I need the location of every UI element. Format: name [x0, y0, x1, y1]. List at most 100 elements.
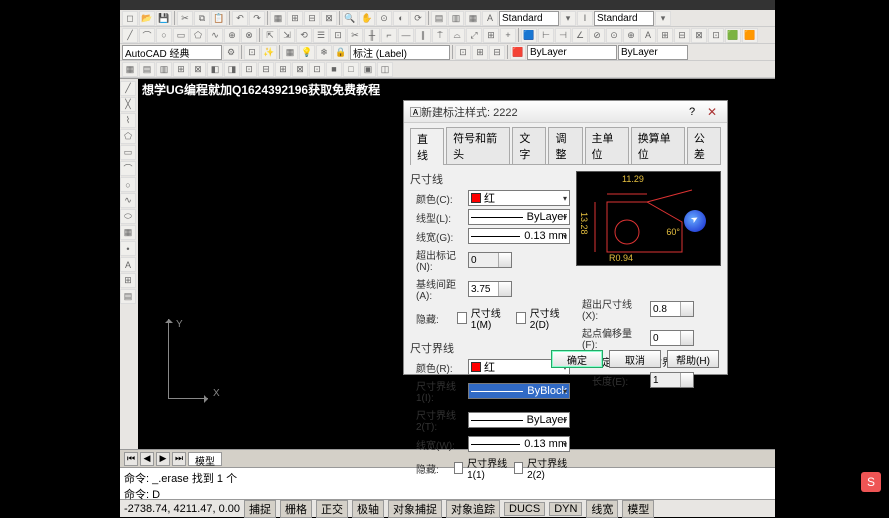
tb-btn[interactable]: ⊕ — [623, 28, 639, 43]
help-button[interactable]: 帮助(H) — [667, 350, 719, 368]
tb-btn[interactable]: 🟩 — [725, 28, 741, 43]
draw-pline-icon[interactable]: ⌇ — [120, 113, 136, 128]
tb-btn[interactable]: ☰ — [313, 28, 329, 43]
tab-alt[interactable]: 换算单位 — [631, 127, 685, 164]
tb-btn[interactable]: ⊟ — [304, 11, 320, 26]
help-icon[interactable]: ? — [683, 104, 701, 120]
tb-rect-icon[interactable]: ▭ — [173, 28, 189, 43]
ime-indicator-icon[interactable]: S — [861, 472, 881, 492]
draw-region-icon[interactable]: ⊞ — [120, 273, 136, 288]
dimline-hide2-check[interactable] — [516, 312, 526, 324]
st-ducs[interactable]: DUCS — [504, 502, 545, 516]
dimline-linetype-combo[interactable]: ByLayer — [468, 209, 570, 225]
tb-btn[interactable]: A — [482, 11, 498, 26]
tb-gear-icon[interactable]: ⚙ — [223, 45, 239, 60]
tb-btn[interactable]: ⊠ — [190, 62, 206, 77]
st-lwt[interactable]: 线宽 — [586, 500, 618, 518]
extline-hide2-check[interactable] — [514, 462, 523, 474]
tb-redo-icon[interactable]: ↷ — [249, 11, 265, 26]
tb-btn[interactable]: ⊡ — [330, 28, 346, 43]
draw-xline-icon[interactable]: ╳ — [120, 97, 136, 112]
tb-btn[interactable]: ⊞ — [657, 28, 673, 43]
tb-btn[interactable]: Ⅰ — [577, 11, 593, 26]
menubar[interactable] — [120, 0, 775, 10]
tb-btn[interactable]: ⊗ — [241, 28, 257, 43]
tb-circle-icon[interactable]: ○ — [156, 28, 172, 43]
dimline-baseline-spin[interactable]: 3.75 — [468, 281, 512, 297]
tb-btn[interactable]: ⊞ — [173, 62, 189, 77]
tb-btn[interactable]: ▦ — [465, 11, 481, 26]
tb-btn[interactable]: ⊠ — [691, 28, 707, 43]
tab-primary[interactable]: 主单位 — [585, 127, 629, 164]
tb-btn[interactable]: ⊠ — [292, 62, 308, 77]
draw-spline-icon[interactable]: ∿ — [120, 193, 136, 208]
tb-btn[interactable]: ⟳ — [410, 11, 426, 26]
tb-zoom-icon[interactable]: 🔍 — [342, 11, 358, 26]
st-model[interactable]: 模型 — [622, 500, 654, 518]
tb-btn[interactable]: 🟧 — [742, 28, 758, 43]
linetype-combo[interactable]: ByLayer — [618, 45, 688, 60]
tb-btn[interactable]: ⊙ — [606, 28, 622, 43]
st-snap[interactable]: 捕捉 — [244, 500, 276, 518]
tab-next-icon[interactable]: ▶ — [156, 452, 170, 466]
tb-btn[interactable]: ■ — [326, 62, 342, 77]
tab-fit[interactable]: 调整 — [548, 127, 582, 164]
tb-btn[interactable]: ⊟ — [489, 45, 505, 60]
tb-dim-rad-icon[interactable]: ⊘ — [589, 28, 605, 43]
tb-btn[interactable]: ◧ — [207, 62, 223, 77]
tb-btn[interactable]: ⊟ — [674, 28, 690, 43]
tb-btn[interactable]: ◐ — [393, 11, 409, 26]
tb-save-icon[interactable]: 💾 — [156, 11, 172, 26]
tb-btn[interactable]: ◫ — [377, 62, 393, 77]
tb-btn[interactable]: ⇱ — [262, 28, 278, 43]
st-grid[interactable]: 栅格 — [280, 500, 312, 518]
tb-btn[interactable]: ⊡ — [241, 62, 257, 77]
draw-table-icon[interactable]: ▤ — [120, 289, 136, 304]
extline-2-combo[interactable]: ByLayer — [468, 412, 570, 428]
tab-last-icon[interactable]: ⏭ — [172, 452, 186, 466]
ext-beyond-spin[interactable]: 0.8 — [650, 301, 694, 317]
tb-btn[interactable]: ⊠ — [321, 11, 337, 26]
tb-btn[interactable]: 🔒 — [333, 45, 349, 60]
tb-btn[interactable]: ⊞ — [483, 28, 499, 43]
tb-btn[interactable]: ▥ — [156, 62, 172, 77]
tb-btn[interactable]: 💡 — [299, 45, 315, 60]
dimline-hide1-check[interactable] — [457, 312, 467, 324]
cancel-button[interactable]: 取消 — [609, 350, 661, 368]
tb-btn[interactable]: ❄ — [316, 45, 332, 60]
st-polar[interactable]: 极轴 — [352, 500, 384, 518]
tb-btn[interactable]: ⊡ — [455, 45, 471, 60]
tb-copy-icon[interactable]: ⧉ — [194, 11, 210, 26]
tab-first-icon[interactable]: ⏮ — [124, 452, 138, 466]
tab-prev-icon[interactable]: ◀ — [140, 452, 154, 466]
annotation-combo[interactable]: 标注 (Label) — [350, 45, 450, 60]
tb-dim-aligned-icon[interactable]: ⊣ — [555, 28, 571, 43]
layer-combo[interactable]: ByLayer — [527, 45, 617, 60]
tb-btn[interactable]: ⊕ — [224, 28, 240, 43]
tb-btn[interactable]: ✂ — [347, 28, 363, 43]
model-tab[interactable]: 模型 — [188, 452, 222, 466]
tb-btn[interactable]: 🟦 — [521, 28, 537, 43]
tb-btn[interactable]: ∥ — [415, 28, 431, 43]
tb-poly-icon[interactable]: ⬠ — [190, 28, 206, 43]
tb-btn[interactable]: ⤢ — [466, 28, 482, 43]
tb-btn[interactable]: ⊙ — [376, 11, 392, 26]
workspace-combo[interactable]: AutoCAD 经典 — [122, 45, 222, 60]
tb-color-icon[interactable]: 🟥 — [510, 45, 526, 60]
draw-line-icon[interactable]: ╱ — [120, 81, 136, 96]
tb-btn[interactable]: ⌐ — [381, 28, 397, 43]
tb-btn[interactable]: ⊞ — [287, 11, 303, 26]
tab-symbols[interactable]: 符号和箭头 — [446, 127, 510, 164]
tb-cut-icon[interactable]: ✂ — [177, 11, 193, 26]
tb-undo-icon[interactable]: ↶ — [232, 11, 248, 26]
tb-open-icon[interactable]: 📂 — [139, 11, 155, 26]
tb-btn[interactable]: ⌓ — [449, 28, 465, 43]
tb-btn[interactable]: □ — [343, 62, 359, 77]
tb-btn[interactable]: ⊡ — [244, 45, 260, 60]
draw-point-icon[interactable]: • — [120, 241, 136, 256]
dimstyle-combo[interactable]: Standard — [594, 11, 654, 26]
tb-btn[interactable]: ✨ — [261, 45, 277, 60]
tb-btn[interactable]: ╫ — [364, 28, 380, 43]
st-osnap[interactable]: 对象捕捉 — [388, 500, 442, 518]
tb-pan-icon[interactable]: ✋ — [359, 11, 375, 26]
